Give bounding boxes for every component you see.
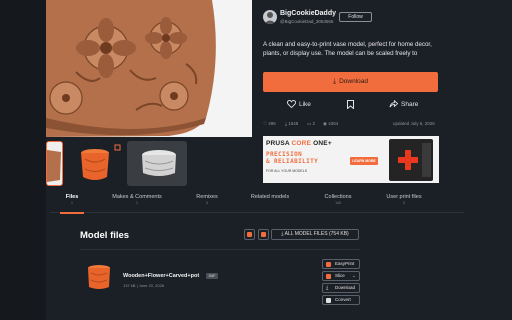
file-type-badge: 3MF [206,273,218,279]
updated-date: updated July 6, 2026 [393,121,435,126]
model-description: A clean and easy-to-print vase model, pe… [263,41,432,57]
file-format-icon[interactable] [258,229,269,240]
convert-icon [326,298,331,303]
thumbnail-1[interactable] [46,141,63,186]
tab-files[interactable]: Files 1 [56,193,88,213]
like-label: Like [299,101,311,108]
share-icon [389,99,399,108]
likes-count: ♡ 496 [263,121,276,126]
chevron-down-icon: ⌄ [351,273,356,279]
prusa-slicer-icon[interactable] [244,229,255,240]
left-frame [0,0,46,320]
bookmark-icon [347,99,354,110]
author-handle: @BigCookieDad_3053565 [280,19,334,24]
stats-row: ♡ 496 ⤓ 1548 ▭ 2 ◉ 4364 updated July 6, … [263,121,441,129]
active-tab-indicator [60,212,84,214]
easyprint-button[interactable]: EasyPrint [322,259,360,269]
tab-collections[interactable]: Collections 140 [316,193,360,213]
tab-user-print-files[interactable]: User print files 0 [378,193,430,213]
file-thumbnail[interactable] [86,263,112,291]
tab-bar: Files 1 Makes & Comments 1 Remixes 0 Rel… [50,193,464,214]
views-count: ◉ 4364 [323,121,339,126]
download-button[interactable]: ⤓ Download [263,72,438,92]
slice-button[interactable]: Slice ⌄ [322,271,360,281]
heart-icon [286,100,297,109]
downloads-count: ⤓ 1548 [285,121,299,126]
printer-image [389,139,433,181]
ad-brand: PRUSA CORE ONE+ [266,140,332,147]
all-model-files-button[interactable]: ⤓ ALL MODEL FILES (754 KB) [271,229,359,240]
thumbnail-strip [46,141,252,186]
share-label: Share [401,101,419,108]
share-button[interactable]: Share [389,96,418,114]
thumbnail-2[interactable] [71,141,123,186]
file-download-button[interactable]: ⤓ Download [322,283,360,293]
model-files-title: Model files [80,230,130,241]
action-bar: Like Share [263,96,438,114]
ad-learn-more-button[interactable]: LEARN MORE [350,157,378,165]
slicer-icon [326,274,331,279]
page: BigCookieDaddy @BigCookieDad_3053565 Fol… [0,0,512,320]
easyprint-icon [326,262,331,267]
convert-button[interactable]: Convert [322,295,360,305]
download-icon: ⤓ [326,285,329,291]
ad-tagline-2: & RELIABILITY [266,158,319,165]
ad-subtitle: FOR ALL YOUR MODELS [266,169,308,173]
file-meta: 137 kB | June 20, 2026 [123,283,165,288]
follow-button[interactable]: Follow [339,12,372,22]
bookmark-button[interactable] [347,96,357,114]
plus-logo-icon [398,150,418,170]
tab-remixes[interactable]: Remixes 0 [188,193,226,213]
ad-banner[interactable]: PRUSA CORE ONE+ PRECISION & RELIABILITY … [263,136,439,183]
like-button[interactable]: Like [286,96,311,114]
hero-image[interactable] [46,0,252,137]
tab-makes-comments[interactable]: Makes & Comments 1 [102,193,172,213]
download-icon: ⤓ [332,78,337,85]
ad-tagline-1: PRECISION [266,151,303,158]
comments-count: ▭ 2 [307,121,316,126]
file-name: Wooden+Flower+Carved+pot [123,273,200,279]
download-label: Download [339,78,369,85]
author-name[interactable]: BigCookieDaddy [280,10,336,17]
thumbnail-3[interactable] [127,141,187,186]
avatar[interactable] [263,10,277,24]
tab-related-models[interactable]: Related models [244,193,296,213]
divider [80,249,360,250]
